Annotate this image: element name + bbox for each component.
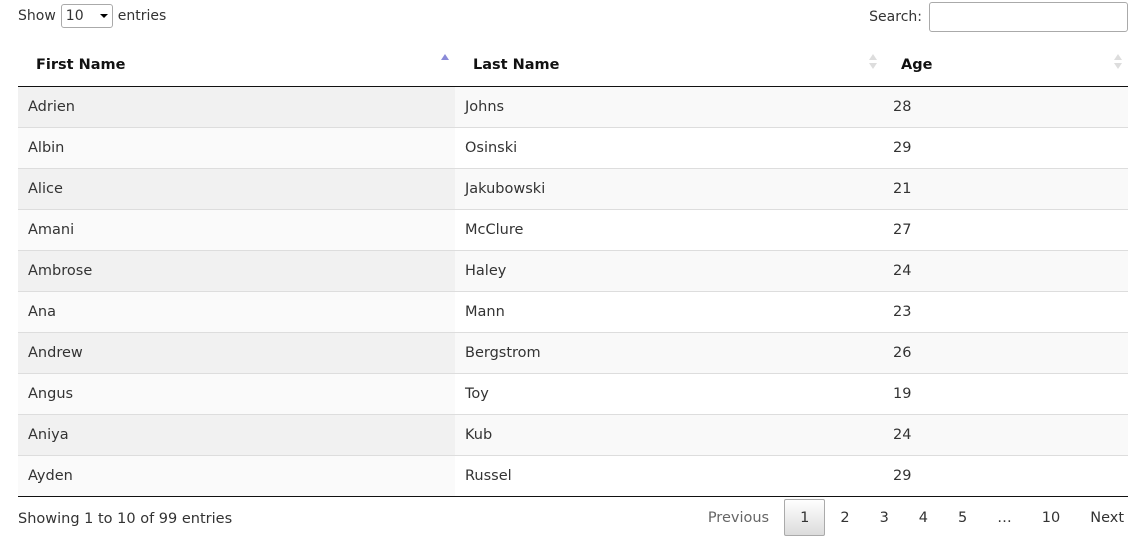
age-cell: 21 xyxy=(883,168,1128,210)
first-name-cell: Ayden xyxy=(18,455,455,497)
first-name-cell: Albin xyxy=(18,127,455,169)
page-button-4[interactable]: 4 xyxy=(904,499,943,536)
first-name-cell: Andrew xyxy=(18,332,455,374)
column-header-age[interactable]: Age xyxy=(883,42,1128,87)
sort-icon xyxy=(441,54,449,60)
last-name-cell: Kub xyxy=(455,414,883,456)
column-header-first-name[interactable]: First Name xyxy=(18,42,455,87)
page-button-10[interactable]: 10 xyxy=(1027,499,1075,536)
table-info: Showing 1 to 10 of 99 entries xyxy=(18,511,233,527)
sort-icon xyxy=(1114,54,1122,69)
table-row: Amani McClure 27 xyxy=(18,209,1128,251)
pagination-ellipsis: … xyxy=(997,509,1012,526)
age-cell: 28 xyxy=(883,86,1128,128)
search-control: Search: xyxy=(869,2,1128,32)
page-button-1[interactable]: 1 xyxy=(784,499,826,536)
last-name-cell: Haley xyxy=(455,250,883,292)
table-row: Albin Osinski 29 xyxy=(18,127,1128,169)
last-name-cell: Toy xyxy=(455,373,883,415)
search-label: Search: xyxy=(869,9,922,25)
age-cell: 23 xyxy=(883,291,1128,333)
page-button-5[interactable]: 5 xyxy=(943,499,982,536)
show-label: Show xyxy=(18,8,56,24)
table-row: Adrien Johns 28 xyxy=(18,86,1128,128)
first-name-cell: Amani xyxy=(18,209,455,251)
search-input[interactable] xyxy=(929,2,1128,32)
first-name-cell: Ambrose xyxy=(18,250,455,292)
column-header-label: First Name xyxy=(36,57,126,73)
next-button[interactable]: Next xyxy=(1075,499,1139,536)
age-cell: 29 xyxy=(883,455,1128,497)
entries-select[interactable]: 10 xyxy=(60,4,113,28)
first-name-cell: Angus xyxy=(18,373,455,415)
entries-label: entries xyxy=(117,8,167,24)
table-row: Angus Toy 19 xyxy=(18,373,1128,415)
last-name-cell: Johns xyxy=(455,86,883,128)
age-cell: 27 xyxy=(883,209,1128,251)
chevron-down-icon xyxy=(99,14,108,18)
column-header-label: Age xyxy=(901,57,933,73)
last-name-cell: Mann xyxy=(455,291,883,333)
table-row: Ambrose Haley 24 xyxy=(18,250,1128,292)
age-cell: 24 xyxy=(883,250,1128,292)
page-button-3[interactable]: 3 xyxy=(865,499,904,536)
pagination: Previous 1 2 3 4 5 … 10 Next xyxy=(693,499,1139,536)
column-header-label: Last Name xyxy=(473,57,560,73)
age-cell: 26 xyxy=(883,332,1128,374)
age-cell: 19 xyxy=(883,373,1128,415)
page-button-2[interactable]: 2 xyxy=(825,499,864,536)
table-row: Ayden Russel 29 xyxy=(18,455,1128,497)
table-row: Alice Jakubowski 21 xyxy=(18,168,1128,210)
length-control: Show 10 entries xyxy=(18,4,166,28)
age-cell: 29 xyxy=(883,127,1128,169)
data-table: First Name Last Name Age Adrien Johns 28 Al… xyxy=(18,42,1128,497)
sort-icon xyxy=(869,54,877,69)
last-name-cell: Bergstrom xyxy=(455,332,883,374)
previous-button[interactable]: Previous xyxy=(693,499,784,536)
last-name-cell: Russel xyxy=(455,455,883,497)
age-cell: 24 xyxy=(883,414,1128,456)
last-name-cell: Jakubowski xyxy=(455,168,883,210)
entries-select-value: 10 xyxy=(65,8,84,24)
first-name-cell: Aniya xyxy=(18,414,455,456)
last-name-cell: Osinski xyxy=(455,127,883,169)
last-name-cell: McClure xyxy=(455,209,883,251)
first-name-cell: Alice xyxy=(18,168,455,210)
table-row: Andrew Bergstrom 26 xyxy=(18,332,1128,374)
table-row: Aniya Kub 24 xyxy=(18,414,1128,456)
first-name-cell: Adrien xyxy=(18,86,455,128)
column-header-last-name[interactable]: Last Name xyxy=(455,42,883,87)
table-row: Ana Mann 23 xyxy=(18,291,1128,333)
first-name-cell: Ana xyxy=(18,291,455,333)
